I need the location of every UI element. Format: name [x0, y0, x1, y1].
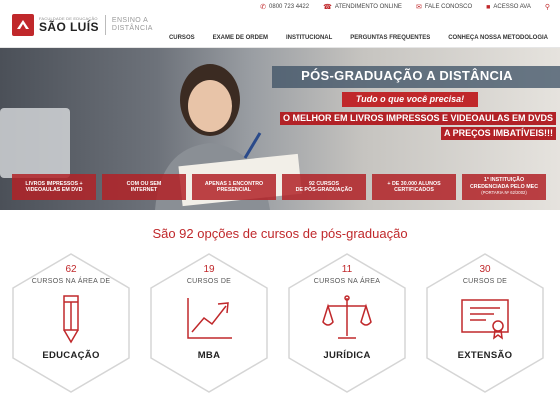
nav-item-cursos[interactable]: CURSOS [169, 35, 195, 41]
ava-access-link[interactable]: ■ ACESSO AVA [486, 3, 531, 11]
feature-badge: + DE 30.000 ALUNOS CERTIFICADOS [372, 174, 456, 200]
category-count: 11 [341, 264, 353, 275]
phone-icon: ✆ [260, 4, 267, 11]
category-count: 62 [65, 264, 77, 275]
hero-tagline: Tudo o que você precisa! [342, 92, 478, 107]
search-icon: ⚲ [544, 4, 550, 11]
nav-item-metodologia[interactable]: CONHEÇA NOSSA METODOLOGIA [448, 35, 548, 41]
feature-note: (PORTARIA Nº 62/2002) [481, 190, 527, 196]
hero-banner[interactable]: PÓS-GRADUAÇÃO A DISTÂNCIA Tudo o que voc… [0, 48, 560, 210]
scales-icon [322, 295, 372, 339]
main-nav: CURSOS EXAME DE ORDEM INSTITUCIONAL PERG… [169, 35, 548, 41]
nav-item-perguntas-frequentes[interactable]: PERGUNTAS FREQUENTES [350, 35, 430, 41]
feature-line2: DE PÓS-GRADUAÇÃO [295, 187, 353, 193]
growth-chart-icon [187, 298, 232, 339]
site-logo[interactable]: FACULDADE DE EDUCAÇÃO SÃO LUÍS ENSINO A … [12, 14, 153, 36]
category-count: 30 [479, 264, 491, 275]
logo-subtitle-line1: ENSINO A [111, 17, 149, 24]
ava-access-label: ACESSO AVA [493, 4, 531, 10]
nav-item-institucional[interactable]: INSTITUCIONAL [286, 35, 332, 41]
category-prefix: CURSOS DE [186, 278, 232, 285]
feature-badge: 1ª INSTITUIÇÃO CREDENCIADA PELO MEC (POR… [462, 174, 546, 200]
category-prefix: CURSOS DE [462, 278, 508, 285]
category-count: 19 [203, 264, 215, 275]
headset-icon: ☎ [323, 4, 332, 11]
pencil-icon [63, 295, 79, 344]
feature-badge: APENAS 1 ENCONTRO PRESENCIAL [192, 174, 276, 200]
online-support-label: ATENDIMENTO ONLINE [334, 4, 402, 10]
phone-link[interactable]: ✆ 0800 723 4422 [260, 3, 309, 11]
logo-wordmark: FACULDADE DE EDUCAÇÃO SÃO LUÍS [39, 17, 99, 34]
contact-label: FALE CONOSCO [424, 4, 473, 10]
feature-line2: INTERNET [130, 187, 158, 193]
category-name: MBA [197, 350, 221, 361]
courses-section-title: São 92 opções de cursos de pós-graduação [152, 226, 408, 241]
category-prefix: CURSOS NA ÁREA DE [31, 278, 111, 285]
utility-links: ✆ 0800 723 4422 ☎ ATENDIMENTO ONLINE ✉ F… [260, 3, 550, 12]
lock-icon: ■ [486, 3, 491, 11]
category-card-juridica[interactable]: 11 CURSOS NA ÁREA JURÍDICA [286, 252, 408, 394]
contact-link[interactable]: ✉ FALE CONOSCO [416, 3, 472, 11]
feature-line2: VIDEOAULAS EM DVD [25, 187, 83, 193]
mail-icon: ✉ [415, 4, 422, 11]
category-card-mba[interactable]: 19 CURSOS DE MBA [148, 252, 270, 394]
category-card-extensao[interactable]: 30 CURSOS DE EXTENSÃO [424, 252, 546, 394]
category-card-educacao[interactable]: 62 CURSOS NA ÁREA DE EDUCAÇÃO [10, 252, 132, 394]
online-support-link[interactable]: ☎ ATENDIMENTO ONLINE [323, 3, 402, 11]
feature-line2: CERTIFICADOS [394, 187, 434, 193]
nav-item-exame-de-ordem[interactable]: EXAME DE ORDEM [213, 35, 268, 41]
hero-features: LIVROS IMPRESSOS + VIDEOAULAS EM DVD COM… [12, 174, 546, 200]
certificate-icon [461, 299, 509, 340]
hero-title: PÓS-GRADUAÇÃO A DISTÂNCIA [301, 68, 513, 83]
logo-divider [104, 15, 106, 35]
logo-name: SÃO LUÍS [39, 20, 99, 34]
feature-badge: LIVROS IMPRESSOS + VIDEOAULAS EM DVD [12, 174, 96, 200]
search-button[interactable]: ⚲ [545, 3, 550, 11]
category-prefix: CURSOS NA ÁREA [313, 278, 381, 285]
phone-label: 0800 723 4422 [269, 4, 310, 10]
category-name: EXTENSÃO [457, 350, 513, 361]
logo-emblem-icon [12, 14, 34, 36]
hero-subtitle: O MELHOR EM LIVROS IMPRESSOS E VIDEOAULA… [276, 112, 556, 142]
logo-subtitle-line2: DISTÂNCIA [111, 25, 153, 32]
site-header: FACULDADE DE EDUCAÇÃO SÃO LUÍS ENSINO A … [0, 12, 560, 48]
category-name: EDUCAÇÃO [42, 350, 100, 361]
hero-subtitle-line2: A PREÇOS IMBATÍVEIS!!! [440, 127, 556, 140]
category-name: JURÍDICA [323, 350, 371, 361]
feature-badge: COM OU SEM INTERNET [102, 174, 186, 200]
feature-badge: 92 CURSOS DE PÓS-GRADUAÇÃO [282, 174, 366, 200]
logo-subtitle: ENSINO A DISTÂNCIA [112, 17, 153, 33]
course-categories: 62 CURSOS NA ÁREA DE EDUCAÇÃO 19 CURSOS … [0, 252, 560, 405]
hero-subtitle-line1: O MELHOR EM LIVROS IMPRESSOS E VIDEOAULA… [279, 112, 556, 125]
feature-line2: PRESENCIAL [216, 187, 252, 193]
